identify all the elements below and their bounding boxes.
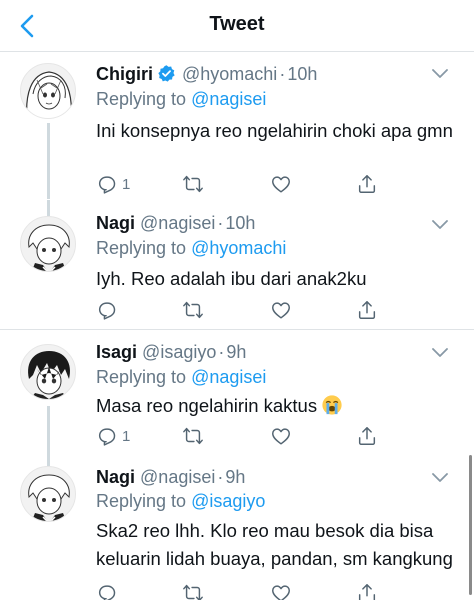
tweet-text: Ini konsepnya reo ngelahirin choki apa g… [96,120,453,141]
reply-icon [98,302,116,320]
heart-icon [272,176,290,193]
like-button[interactable] [270,581,296,600]
tweet-text: Masa reo ngelahirin kaktus [96,395,318,416]
avatar[interactable] [20,466,76,522]
share-icon [358,584,376,600]
chevron-down-icon[interactable] [432,69,448,79]
tweet-header: Nagi @nagisei · 10h [96,213,256,233]
retweet-icon [183,301,203,319]
replying-to: Replying to @hyomachi [96,238,287,258]
page-title: Tweet [209,13,265,35]
display-name[interactable]: Nagi [96,213,135,233]
avatar[interactable] [20,63,76,119]
share-icon [358,175,376,193]
reply-button[interactable] [96,581,122,600]
action-bar: 1 [96,424,396,448]
display-name[interactable]: Chigiri [96,64,153,84]
reply-count: 1 [122,175,131,193]
mention-link[interactable]: @hyomachi [191,238,286,258]
avatar[interactable] [20,344,76,400]
retweet-button[interactable] [182,424,208,448]
reply-button[interactable] [96,298,122,322]
like-button[interactable] [270,298,296,322]
chevron-down-icon[interactable] [432,473,448,483]
reply-button[interactable]: 1 [96,172,130,196]
share-button[interactable] [356,424,378,448]
timestamp[interactable]: 10h [287,64,317,84]
share-icon [358,301,376,319]
tweet[interactable]: Isagi @isagiyo · 9h Replying to @nagisei M… [0,330,474,457]
retweet-button[interactable] [182,172,208,196]
reply-button[interactable]: 1 [96,424,130,448]
share-button[interactable] [356,581,378,600]
reply-icon [98,176,116,194]
timestamp[interactable]: 10h [225,213,255,233]
tweet-header: Isagi @isagiyo · 9h [96,342,247,362]
heart-icon [272,428,290,445]
replying-to: Replying to @isagiyo [96,491,266,511]
reply-count: 1 [122,427,131,445]
like-button[interactable] [270,172,296,196]
thread-line [47,123,50,199]
action-bar [96,581,396,600]
tweet-header: Chigiri @hyomachi · 10h [96,64,318,84]
replying-to: Replying to @nagisei [96,367,267,387]
retweet-icon [183,427,203,445]
retweet-button[interactable] [182,581,208,600]
thread-line [47,406,50,457]
verified-badge-icon [158,65,175,82]
tweet-text: Ska2 reo lhh. Klo reo mau besok dia bisa… [96,520,453,569]
scrollbar[interactable] [469,455,472,595]
reply-icon [98,428,116,446]
retweet-icon [183,175,203,193]
share-button[interactable] [356,298,378,322]
tweet[interactable]: Nagi @nagisei · 10h Replying to @hyomachi … [0,200,474,325]
chevron-down-icon[interactable] [432,220,448,230]
tweet-text: Iyh. Reo adalah ibu dari anak2ku [96,268,367,289]
tweet-text-container: Masa reo ngelahirin kaktus [96,392,456,420]
timestamp[interactable]: 9h [225,467,245,487]
handle[interactable]: @isagiyo [142,342,216,362]
mention-link[interactable]: @isagiyo [191,491,265,511]
replying-to: Replying to @nagisei [96,89,267,109]
thread-line [47,200,50,216]
retweet-icon [183,584,203,600]
avatar[interactable] [20,216,76,272]
handle[interactable]: @nagisei [140,213,215,233]
chevron-down-icon[interactable] [432,348,448,358]
retweet-button[interactable] [182,298,208,322]
heart-icon [272,302,290,319]
tweet[interactable]: Nagi @nagisei · 9h Replying to @isagiyo Sk… [0,457,474,600]
thread-line [47,457,50,466]
loudly-crying-face-icon [322,395,342,415]
handle[interactable]: @hyomachi [182,64,277,84]
display-name[interactable]: Isagi [96,342,137,362]
heart-icon [272,585,290,600]
share-button[interactable] [356,172,378,196]
action-bar [96,298,396,322]
tweet-header: Nagi @nagisei · 9h [96,467,246,487]
mention-link[interactable]: @nagisei [191,367,266,387]
reply-icon [98,585,116,600]
share-icon [358,427,376,445]
tweet[interactable]: Chigiri @hyomachi · 10h Replying to @nagise… [0,53,474,199]
like-button[interactable] [270,424,296,448]
timestamp[interactable]: 9h [226,342,246,362]
action-bar: 1 [96,172,396,196]
mention-link[interactable]: @nagisei [191,89,266,109]
handle[interactable]: @nagisei [140,467,215,487]
top-bar: Tweet [0,0,474,52]
display-name[interactable]: Nagi [96,467,135,487]
